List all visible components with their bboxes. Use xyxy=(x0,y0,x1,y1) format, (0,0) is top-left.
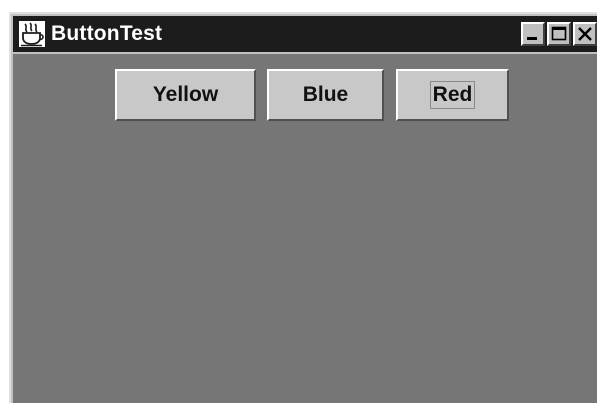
button-panel: Yellow Blue Red xyxy=(13,54,597,403)
red-button-label: Red xyxy=(429,81,476,109)
window-title: ButtonTest xyxy=(51,22,163,45)
java-coffee-cup-icon[interactable] xyxy=(19,21,45,47)
blue-button[interactable]: Blue xyxy=(267,69,384,121)
yellow-button[interactable]: Yellow xyxy=(115,69,256,121)
close-button[interactable] xyxy=(573,22,597,46)
yellow-button-label: Yellow xyxy=(152,83,219,106)
minimize-button[interactable] xyxy=(521,22,545,46)
blue-button-label: Blue xyxy=(302,83,349,106)
maximize-icon xyxy=(551,26,567,41)
buttontest-window: ButtonTest Yellow Blue Red xyxy=(9,12,597,403)
title-bar[interactable]: ButtonTest xyxy=(13,16,597,52)
maximize-button[interactable] xyxy=(547,22,571,46)
minimize-icon xyxy=(527,37,537,40)
close-icon xyxy=(578,27,592,41)
window-controls xyxy=(521,22,597,46)
button-row: Yellow Blue Red xyxy=(13,69,597,123)
red-button[interactable]: Red xyxy=(396,69,509,121)
